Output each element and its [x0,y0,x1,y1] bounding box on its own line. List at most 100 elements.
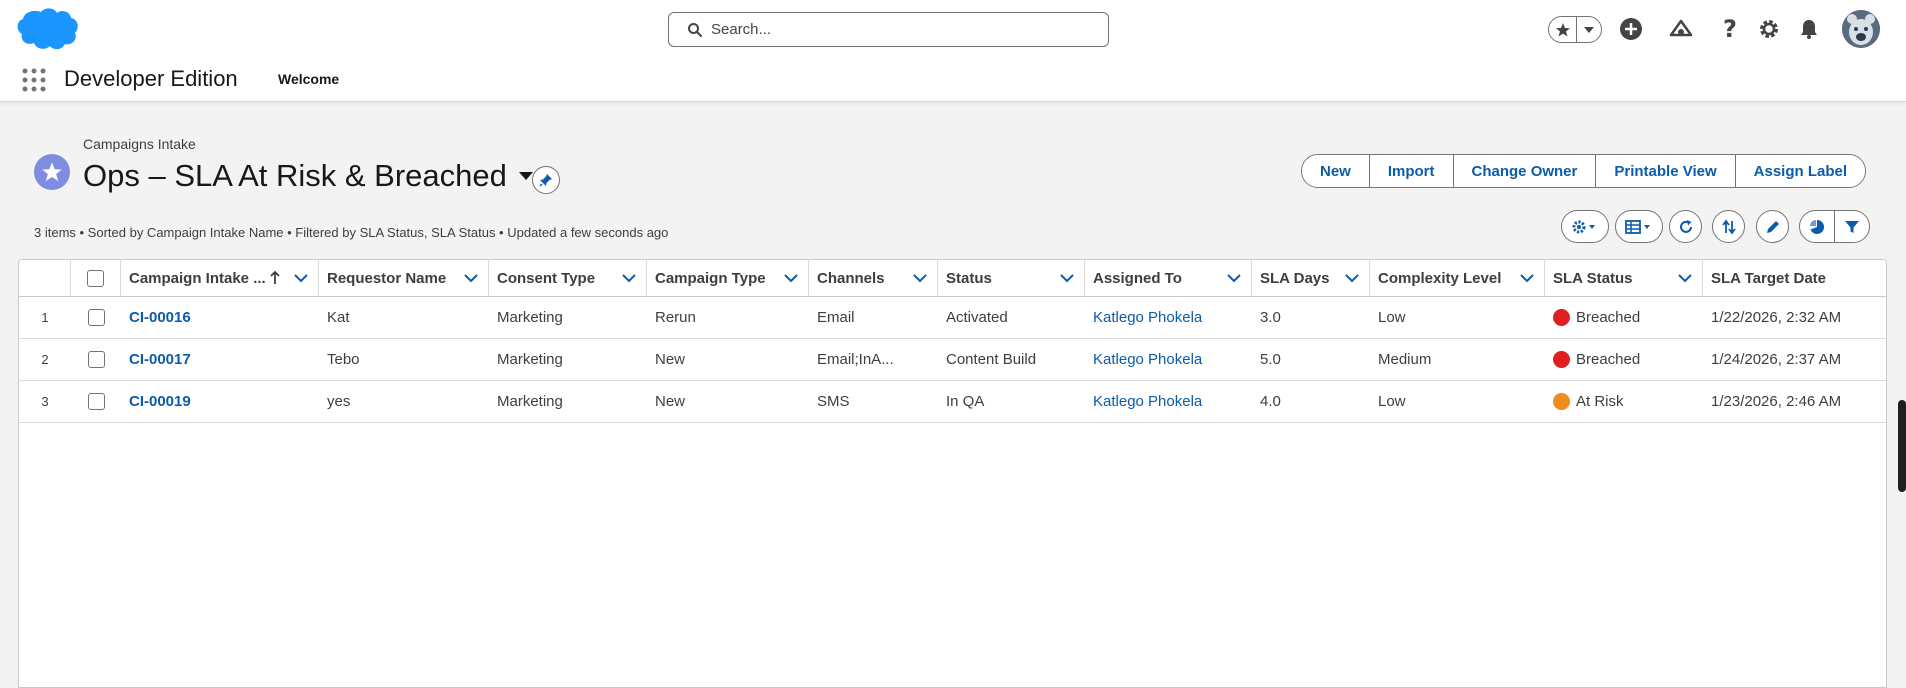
new-button[interactable]: New [1302,155,1369,187]
column-header-sla-status[interactable]: SLA Status [1545,260,1703,297]
change-owner-button[interactable]: Change Owner [1452,155,1596,187]
assigned-to-link[interactable]: Katlego Phokela [1085,381,1252,422]
chevron-down-icon[interactable] [622,273,636,283]
column-header-sla-target-date[interactable]: SLA Target Date [1703,260,1886,297]
table-row[interactable]: 1 CI-00016 Kat Marketing Rerun Email Act… [19,297,1886,339]
complexity-level-cell: Low [1378,309,1406,326]
column-header-consent-type[interactable]: Consent Type [489,260,647,297]
sort-button[interactable] [1712,210,1745,243]
list-settings-icon [1572,220,1595,233]
record-name-link[interactable]: CI-00016 [121,297,319,338]
chevron-down-icon[interactable] [1345,273,1359,283]
import-button[interactable]: Import [1368,155,1453,187]
nav-item-welcome[interactable]: Welcome [278,71,339,87]
sort-ascending-icon [270,271,280,284]
list-view-icon [34,154,70,190]
row-number: 1 [41,310,49,325]
inline-edit-icon [1766,220,1779,233]
printable-view-button[interactable]: Printable View [1595,155,1735,187]
column-header-assigned-to[interactable]: Assigned To [1085,260,1252,297]
inline-edit-button[interactable] [1756,210,1789,243]
chevron-down-icon[interactable] [464,273,478,283]
page-scrollbar[interactable] [1898,400,1906,492]
chevron-down-icon[interactable] [1520,273,1534,283]
refresh-icon [1679,219,1692,233]
column-header-requestor-name[interactable]: Requestor Name [319,260,489,297]
column-header-channels[interactable]: Channels [809,260,938,297]
chevron-down-icon[interactable] [784,273,798,283]
charts-button[interactable] [1800,211,1835,242]
global-header: ? [0,0,1906,58]
list-view-title-text: Ops – SLA At Risk & Breached [83,158,507,193]
assign-label-button[interactable]: Assign Label [1734,155,1865,187]
sla-days-cell: 5.0 [1260,351,1281,368]
row-checkbox[interactable] [87,309,105,326]
charts-icon [1810,219,1825,234]
requestor-name-cell: Tebo [327,351,360,368]
display-as-table-icon [1625,219,1650,234]
row-checkbox[interactable] [87,351,105,368]
requestor-name-cell: Kat [327,309,350,326]
row-select-cell [71,381,121,422]
sla-days-cell: 4.0 [1260,393,1281,410]
list-settings-button[interactable] [1561,210,1609,243]
list-view-title[interactable]: Ops – SLA At Risk & Breached [83,158,533,194]
column-header-campaign-intake-name[interactable]: Campaign Intake ... [121,260,319,297]
column-header-status[interactable]: Status [938,260,1085,297]
complexity-level-cell: Low [1378,393,1406,410]
table-row[interactable]: 2 CI-00017 Tebo Marketing New Email;InA.… [19,339,1886,381]
list-view-picker-icon[interactable] [518,172,533,180]
pin-icon [539,174,552,187]
table-row[interactable]: 3 CI-00019 yes Marketing New SMS In QA K… [19,381,1886,423]
sla-target-date-cell: 1/24/2026, 2:37 AM [1711,351,1842,368]
global-search[interactable] [668,12,1109,47]
filter-button[interactable] [1835,211,1869,242]
chevron-down-icon[interactable] [1678,273,1692,283]
record-name-link[interactable]: CI-00019 [121,381,319,422]
user-avatar[interactable] [1842,10,1880,48]
add-icon[interactable] [1616,14,1646,44]
refresh-button[interactable] [1669,210,1702,243]
favorites-dropdown-icon[interactable] [1577,17,1601,42]
help-icon[interactable]: ? [1715,14,1745,44]
chevron-down-icon[interactable] [1227,273,1241,283]
sla-status-cell: Breached [1545,339,1703,380]
favorites-star-icon[interactable] [1549,17,1577,42]
column-header-sla-days[interactable]: SLA Days [1252,260,1370,297]
column-header-campaign-type[interactable]: Campaign Type [647,260,809,297]
row-checkbox[interactable] [87,393,105,410]
setup-gear-icon[interactable] [1754,14,1784,44]
display-as-button[interactable] [1615,210,1663,243]
chevron-down-icon[interactable] [913,273,927,283]
filter-icon [1845,220,1859,233]
row-select-cell [71,339,121,380]
status-cell: Activated [946,309,1008,326]
sla-target-date-cell: 1/22/2026, 2:32 AM [1711,309,1842,326]
chevron-down-icon[interactable] [1060,273,1074,283]
list-action-buttons: New Import Change Owner Printable View A… [1301,154,1866,188]
notifications-bell-icon[interactable] [1794,14,1824,44]
column-header-complexity-level[interactable]: Complexity Level [1370,260,1545,297]
select-all-checkbox[interactable] [87,270,104,287]
row-number: 2 [41,352,49,367]
consent-type-cell: Marketing [497,351,563,368]
status-indicator-icon [1553,351,1570,368]
app-launcher-icon[interactable] [22,68,46,92]
app-name: Developer Edition [64,66,238,91]
table-header: Campaign Intake ... Requestor Name Conse… [19,260,1886,297]
trailhead-icon[interactable] [1666,14,1696,44]
campaign-type-cell: New [655,393,686,410]
complexity-level-cell: Medium [1378,351,1432,368]
assigned-to-link[interactable]: Katlego Phokela [1085,297,1252,338]
favorites-button-group [1548,16,1602,43]
status-indicator-icon [1553,393,1570,410]
cloud-logo[interactable] [14,6,80,52]
select-all-header [71,260,121,297]
assigned-to-link[interactable]: Katlego Phokela [1085,339,1252,380]
search-input[interactable] [711,21,1091,38]
chevron-down-icon[interactable] [294,273,308,283]
sla-status-cell: At Risk [1545,381,1703,422]
record-name-link[interactable]: CI-00017 [121,339,319,380]
pin-list-view-button[interactable] [532,166,560,194]
channels-cell: Email [817,309,855,326]
